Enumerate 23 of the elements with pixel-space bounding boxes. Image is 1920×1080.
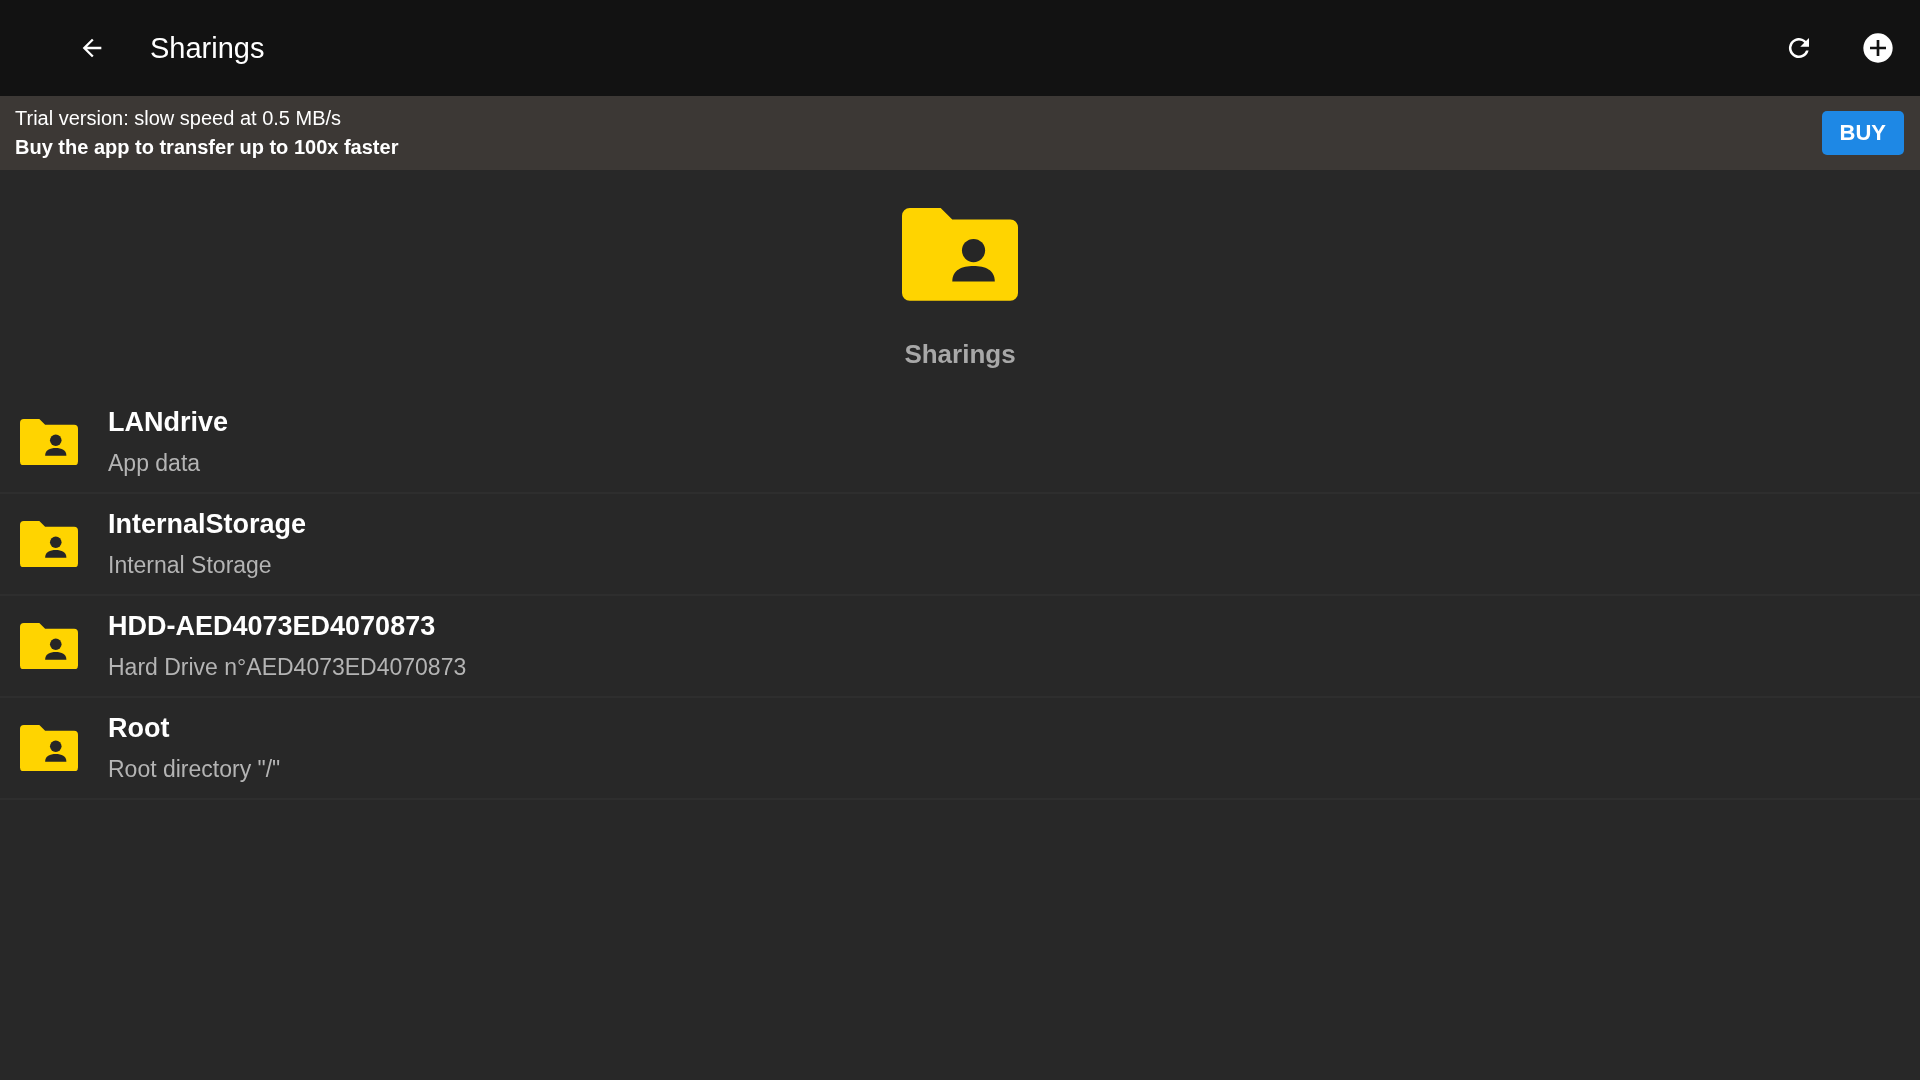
sharing-item[interactable]: InternalStorage Internal Storage [0, 493, 1920, 596]
sharing-name: LANdrive [108, 406, 229, 438]
sharing-description: App data [108, 449, 202, 477]
sharing-description: Root directory "/" [108, 755, 281, 783]
shared-folder-icon [20, 520, 78, 567]
sharing-item[interactable]: HDD-AED4073ED4070873 Hard Drive n°AED4073ED4070873 [0, 595, 1920, 698]
add-circle-icon [1862, 32, 1894, 64]
trial-notice: Trial version: slow speed at 0.5 MB/s [15, 107, 343, 130]
shared-folder-icon [20, 622, 78, 669]
sharing-name: Root [108, 712, 171, 744]
shared-folder-icon [20, 418, 78, 465]
sharing-item[interactable]: LANdrive App data [0, 391, 1920, 494]
app-bar-title: Sharings [150, 31, 266, 65]
sharing-name: HDD-AED4073ED4070873 [108, 610, 437, 642]
shared-folder-icon [902, 208, 1018, 301]
buy-prompt: Buy the app to transfer up to 100x faster [15, 136, 400, 159]
sharing-name: InternalStorage [108, 508, 307, 540]
section-title: Sharings [904, 338, 1016, 370]
sharing-item[interactable]: Root Root directory "/" [0, 697, 1920, 800]
sharing-description: Internal Storage [108, 551, 273, 579]
shared-folder-icon [20, 724, 78, 771]
buy-button[interactable]: BUY [1821, 111, 1904, 155]
sharing-description: Hard Drive n°AED4073ED4070873 [108, 653, 467, 681]
